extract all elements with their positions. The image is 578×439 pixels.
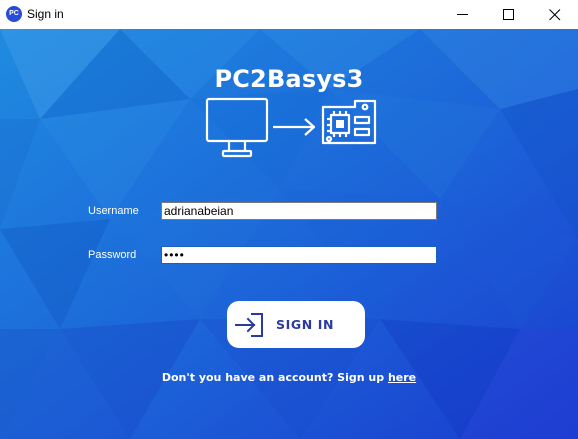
close-icon: [549, 9, 561, 21]
login-icon: [235, 313, 263, 337]
sign-up-text: Don't you have an account? Sign up: [161, 371, 385, 384]
maximize-button[interactable]: [486, 0, 532, 29]
sign-up-link[interactable]: here: [388, 371, 416, 384]
sign-in-button[interactable]: SIGN IN: [227, 301, 365, 348]
maximize-icon: [503, 9, 514, 20]
pc-to-board-logo: [205, 97, 377, 158]
sign-in-label: SIGN IN: [276, 317, 335, 332]
username-input[interactable]: [161, 202, 437, 220]
close-button[interactable]: [532, 0, 578, 29]
minimize-button[interactable]: [440, 0, 486, 29]
password-input[interactable]: [161, 246, 437, 264]
window-title: Sign in: [27, 7, 64, 21]
username-label: Username: [88, 205, 139, 217]
password-label: Password: [88, 249, 137, 261]
app-brand-title: PC2Basys3: [214, 65, 364, 93]
sign-in-panel: PC2Basys3 Username Password: [0, 29, 578, 439]
sign-up-prompt: Don't you have an account? Sign up here: [0, 371, 578, 384]
app-icon: PC: [6, 6, 22, 22]
title-bar: PC Sign in: [0, 0, 578, 29]
minimize-icon: [457, 14, 468, 15]
